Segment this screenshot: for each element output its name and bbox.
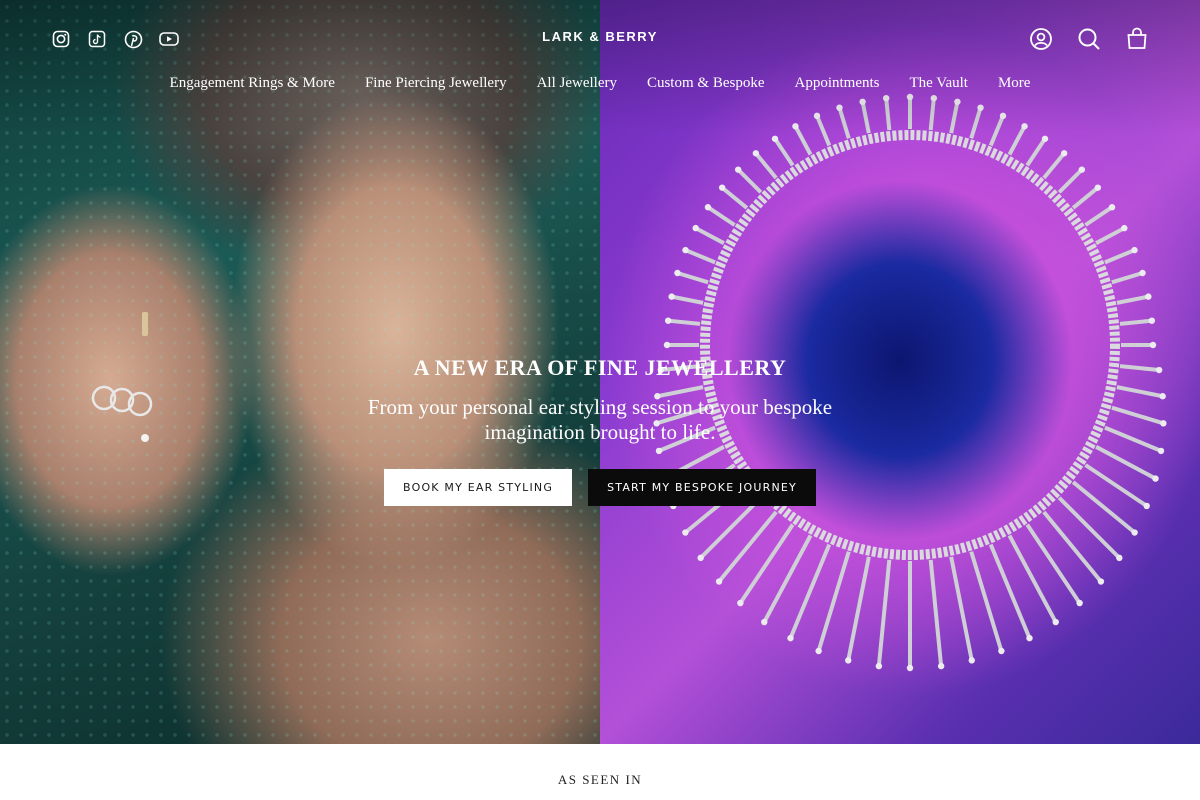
cart-icon[interactable] [1124,26,1150,52]
hero-subtitle: From your personal ear styling session t… [367,395,833,444]
hero-buttons: BOOK MY EAR STYLING START MY BESPOKE JOU… [0,469,1200,506]
start-bespoke-journey-button[interactable]: START MY BESPOKE JOURNEY [588,469,816,506]
site-header: LARK & BERRY Engagement Rings & More Fin… [0,0,1200,110]
book-ear-styling-button[interactable]: BOOK MY EAR STYLING [384,469,573,506]
nav-item-all-jewellery[interactable]: All Jewellery [537,75,617,92]
site-logo[interactable]: LARK & BERRY [0,29,1200,44]
header-utility [1028,26,1150,52]
main-navigation: Engagement Rings & More Fine Piercing Je… [0,75,1200,92]
hero-title: A NEW ERA OF FINE JEWELLERY [413,355,787,380]
search-icon[interactable] [1076,26,1102,52]
nav-item-appointments[interactable]: Appointments [794,75,879,92]
nav-item-the-vault[interactable]: The Vault [909,75,967,92]
as-seen-in-heading: AS SEEN IN [557,772,643,787]
nav-item-more[interactable]: More [998,75,1031,92]
hero-content: A NEW ERA OF FINE JEWELLERY From your pe… [0,355,1200,506]
nav-item-engagement-rings[interactable]: Engagement Rings & More [170,75,335,92]
account-icon[interactable] [1028,26,1054,52]
nav-item-custom-bespoke[interactable]: Custom & Bespoke [647,75,765,92]
nav-item-fine-piercing[interactable]: Fine Piercing Jewellery [365,75,507,92]
